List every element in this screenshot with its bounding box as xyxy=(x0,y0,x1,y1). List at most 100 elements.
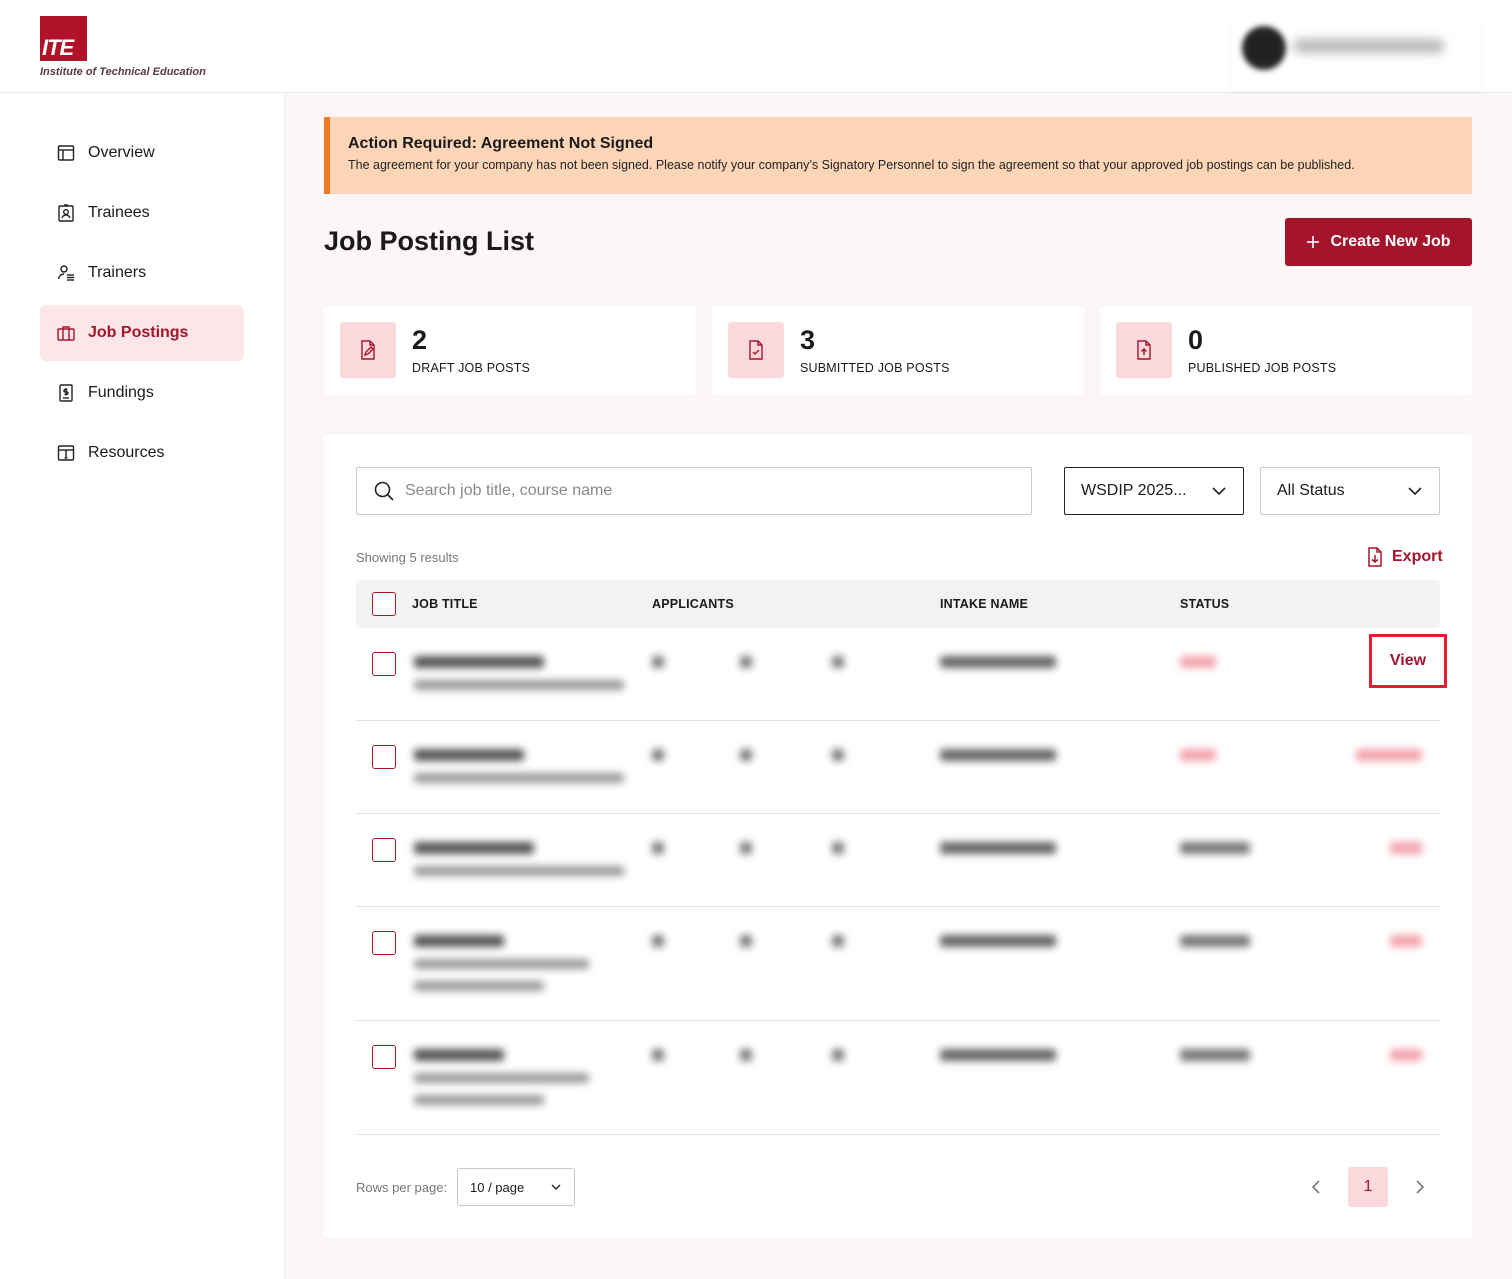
table-row[interactable] xyxy=(356,1021,1440,1135)
redacted-course-name xyxy=(414,1073,589,1083)
chevron-down-icon xyxy=(551,1184,561,1190)
stat-icon-box xyxy=(340,322,396,378)
id-badge-icon xyxy=(58,204,74,222)
row-checkbox[interactable] xyxy=(372,652,396,676)
redacted-applicant-count xyxy=(652,1049,664,1061)
search-box[interactable] xyxy=(356,467,1032,515)
results-count: Showing 5 results xyxy=(356,550,459,565)
redacted-applicant-count xyxy=(652,749,664,761)
agreement-alert: Action Required: Agreement Not Signed Th… xyxy=(324,117,1472,194)
intake-select-value: WSDIP 2025... xyxy=(1081,482,1187,499)
redacted-applicant-count xyxy=(740,935,752,947)
redacted-job-title xyxy=(414,656,544,668)
info-calendar-icon xyxy=(57,445,75,461)
sidebar-item-job-postings[interactable]: Job Postings xyxy=(40,305,244,361)
redacted-status xyxy=(1180,935,1250,947)
redacted-applicant-count xyxy=(652,842,664,854)
chevron-down-icon xyxy=(1212,487,1226,496)
redacted-intake-name xyxy=(940,935,1056,947)
view-button[interactable]: View xyxy=(1369,634,1447,688)
row-checkbox[interactable] xyxy=(372,745,396,769)
table-row[interactable] xyxy=(356,721,1440,814)
sidebar-item-overview[interactable]: Overview xyxy=(40,125,244,181)
stat-submitted: 3 SUBMITTED JOB POSTS xyxy=(712,306,1084,395)
main-content: Action Required: Agreement Not Signed Th… xyxy=(285,93,1512,1279)
redacted-applicant-count xyxy=(832,749,844,761)
export-button[interactable]: Export xyxy=(1366,547,1443,567)
column-intake-name: INTAKE NAME xyxy=(940,597,1029,611)
user-list-icon xyxy=(57,265,74,281)
sidebar-item-label: Job Postings xyxy=(88,324,189,341)
layout-icon xyxy=(57,145,75,161)
column-status: STATUS xyxy=(1180,597,1230,611)
redacted-row-action[interactable] xyxy=(1390,1049,1422,1061)
chevron-down-icon xyxy=(1408,487,1422,496)
file-edit-icon xyxy=(361,340,375,360)
search-icon xyxy=(374,481,394,501)
redacted-applicant-count xyxy=(832,935,844,947)
rows-per-page-label: Rows per page: xyxy=(356,1180,448,1195)
sidebar-item-label: Trainers xyxy=(88,264,147,281)
redacted-applicant-count xyxy=(740,842,752,854)
table-row[interactable] xyxy=(356,907,1440,1021)
row-checkbox[interactable] xyxy=(372,1045,396,1069)
status-select-value: All Status xyxy=(1277,482,1345,499)
table-row[interactable] xyxy=(356,814,1440,907)
stat-value: 2 xyxy=(412,325,428,355)
sidebar-item-trainers[interactable]: Trainers xyxy=(40,245,244,301)
redacted-job-title xyxy=(414,749,524,761)
sidebar-item-fundings[interactable]: Fundings xyxy=(40,365,244,421)
redacted-applicant-count xyxy=(652,935,664,947)
intake-select[interactable]: WSDIP 2025... xyxy=(1064,467,1244,515)
redacted-applicant-count xyxy=(832,656,844,668)
stat-draft: 2 DRAFT JOB POSTS xyxy=(324,306,696,395)
sidebar-item-trainees[interactable]: Trainees xyxy=(40,185,244,241)
rows-per-page-select[interactable]: 10 / page xyxy=(457,1168,575,1206)
logo-subtitle: Institute of Technical Education xyxy=(40,66,206,78)
stat-icon-box xyxy=(728,322,784,378)
redacted-status xyxy=(1180,1049,1250,1061)
redacted-job-title xyxy=(414,1049,504,1061)
redacted-row-action[interactable] xyxy=(1390,842,1422,854)
stat-icon-box xyxy=(1116,322,1172,378)
alert-title: Action Required: Agreement Not Signed xyxy=(348,135,654,152)
redacted-applicant-count xyxy=(832,842,844,854)
row-checkbox[interactable] xyxy=(372,838,396,862)
redacted-applicant-count xyxy=(832,1049,844,1061)
create-new-job-label: Create New Job xyxy=(1330,233,1451,250)
briefcase-icon xyxy=(57,326,75,341)
redacted-row-action[interactable] xyxy=(1390,935,1422,947)
redacted-course-name xyxy=(414,773,624,783)
status-select[interactable]: All Status xyxy=(1260,467,1440,515)
export-label: Export xyxy=(1392,548,1443,565)
file-upload-icon xyxy=(1137,340,1151,360)
ite-logo[interactable]: ITE Institute of Technical Education xyxy=(40,16,240,82)
redacted-course-name xyxy=(414,866,624,876)
redacted-status xyxy=(1180,656,1216,668)
table-row[interactable] xyxy=(356,628,1440,721)
redacted-row-action[interactable] xyxy=(1356,749,1422,761)
create-new-job-button[interactable]: Create New Job xyxy=(1285,218,1472,266)
chevron-left-icon[interactable] xyxy=(1306,1177,1326,1197)
redacted-course-name xyxy=(414,1095,544,1105)
chevron-right-icon[interactable] xyxy=(1410,1177,1430,1197)
column-applicants: APPLICANTS xyxy=(652,597,734,611)
sidebar-item-label: Trainees xyxy=(88,204,150,221)
user-menu[interactable] xyxy=(1232,18,1480,92)
user-name-redacted xyxy=(1294,39,1444,53)
receipt-dollar-icon xyxy=(59,384,73,402)
page-number-button[interactable]: 1 xyxy=(1348,1167,1388,1207)
page-title: Job Posting List xyxy=(324,226,535,256)
select-all-checkbox[interactable] xyxy=(372,592,396,616)
redacted-applicant-count xyxy=(740,656,752,668)
redacted-applicant-count xyxy=(740,749,752,761)
row-checkbox[interactable] xyxy=(372,931,396,955)
redacted-course-name xyxy=(414,981,544,991)
stat-value: 0 xyxy=(1188,325,1204,355)
sidebar-item-resources[interactable]: Resources xyxy=(40,425,244,481)
logo-mark: ITE xyxy=(40,16,87,61)
redacted-status xyxy=(1180,749,1216,761)
logo-text: ITE xyxy=(42,35,74,60)
search-input[interactable] xyxy=(405,482,985,500)
stat-published: 0 PUBLISHED JOB POSTS xyxy=(1100,306,1472,395)
